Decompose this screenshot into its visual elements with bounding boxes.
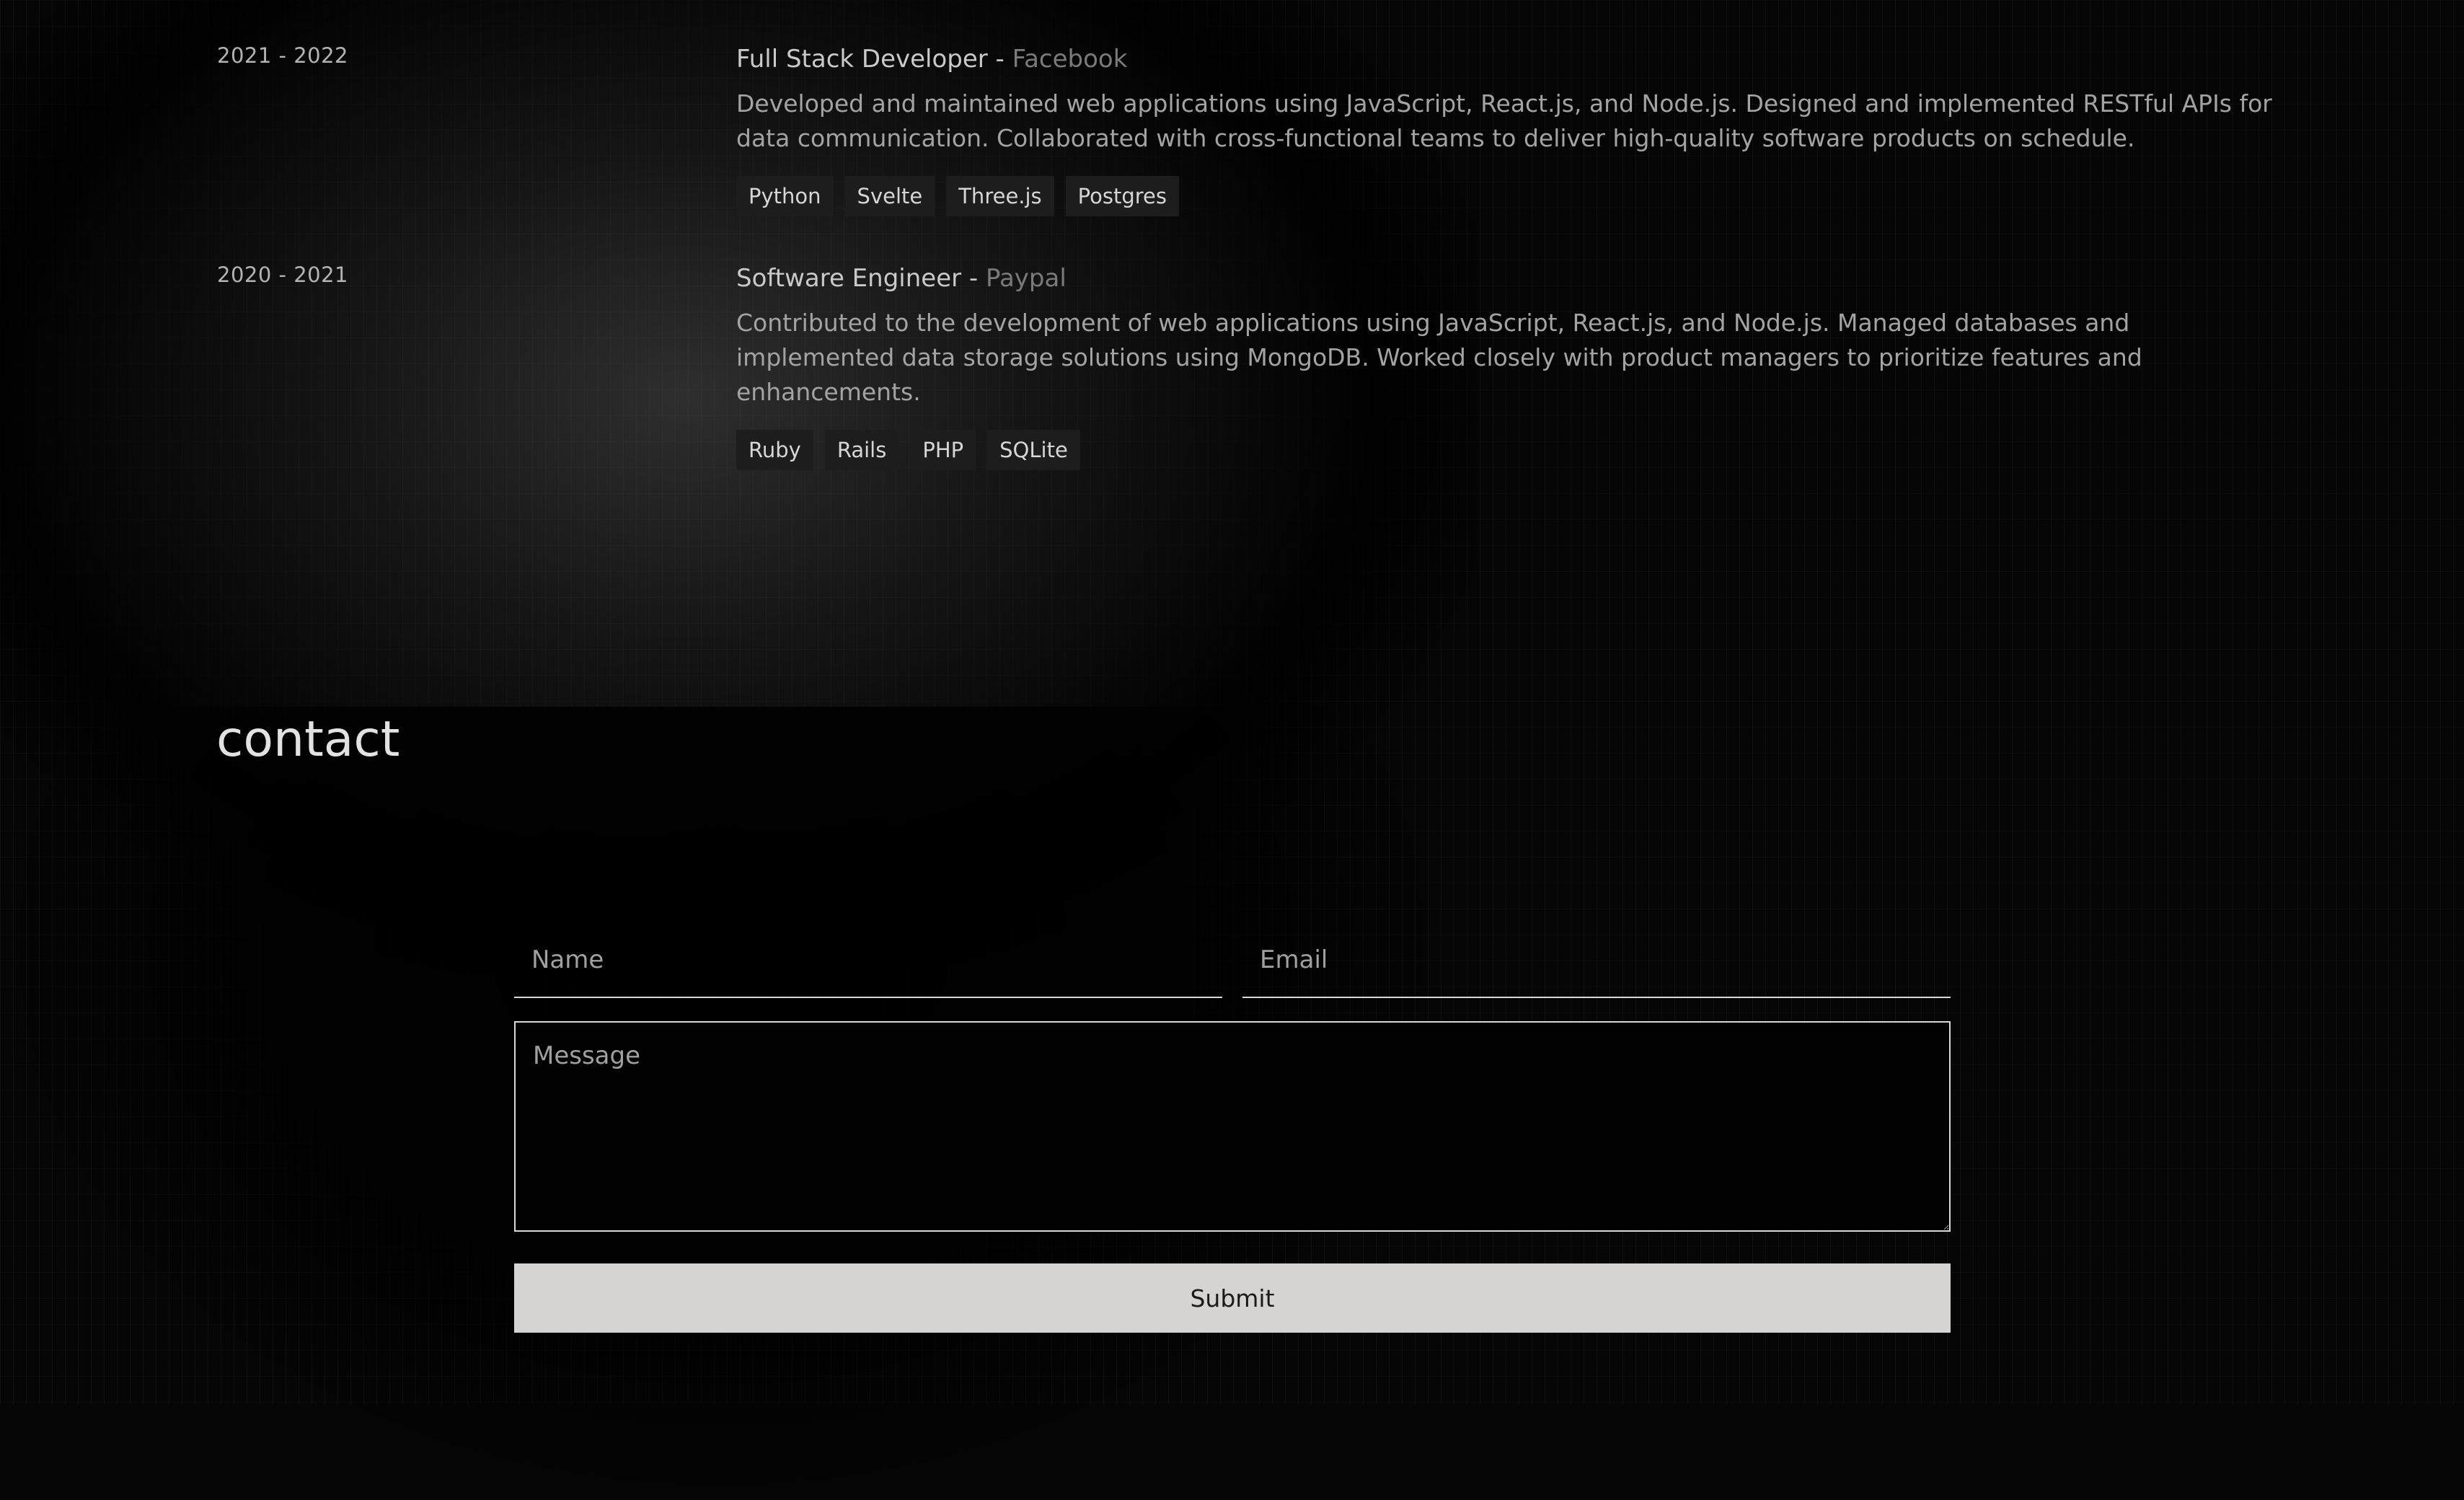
- contact-form: Submit: [514, 923, 1951, 1333]
- tech-tag: SQLite: [987, 430, 1080, 470]
- experience-period: 2020 - 2021: [217, 262, 349, 287]
- email-input[interactable]: [1242, 923, 1951, 998]
- experience-role: Full Stack Developer: [736, 45, 988, 74]
- tech-tag: Svelte: [844, 176, 935, 216]
- tech-tag: Postgres: [1065, 176, 1179, 216]
- title-separator: -: [961, 264, 986, 293]
- tech-tag: Python: [736, 176, 834, 216]
- experience-role: Software Engineer: [736, 264, 962, 293]
- tech-tag: Rails: [824, 430, 899, 470]
- experience-title: Software Engineer - Paypal: [736, 261, 2294, 296]
- message-textarea[interactable]: [514, 1021, 1951, 1232]
- title-separator: -: [987, 45, 1012, 74]
- experience-description: Developed and maintained web application…: [736, 89, 2272, 152]
- experience-details: Software Engineer - Paypal Contributed t…: [736, 261, 2294, 470]
- page-content: 2021 - 2022 Full Stack Developer - Faceb…: [0, 0, 2464, 1404]
- tech-tag: PHP: [910, 430, 976, 470]
- tech-tags: Python Svelte Three.js Postgres: [736, 176, 2294, 216]
- tech-tag: Ruby: [736, 430, 813, 470]
- contact-heading: contact: [216, 711, 400, 768]
- experience-period: 2021 - 2022: [217, 43, 349, 68]
- experience-company: Paypal: [986, 264, 1067, 293]
- contact-fields-row: [514, 923, 1951, 998]
- submit-button[interactable]: Submit: [514, 1263, 1951, 1333]
- experience-details: Full Stack Developer - Facebook Develope…: [736, 42, 2294, 216]
- tech-tags: Ruby Rails PHP SQLite: [736, 430, 2294, 470]
- experience-description: Contributed to the development of web ap…: [736, 309, 2142, 406]
- experience-company: Facebook: [1012, 45, 1128, 74]
- tech-tag: Three.js: [946, 176, 1054, 216]
- name-input[interactable]: [514, 923, 1222, 998]
- experience-title: Full Stack Developer - Facebook: [736, 42, 2294, 76]
